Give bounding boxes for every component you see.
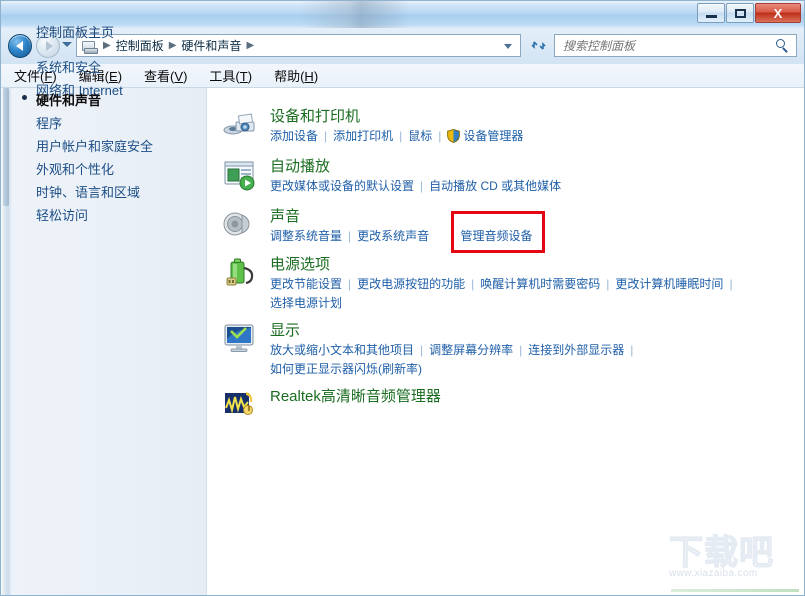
category-title-autoplay[interactable]: 自动播放	[270, 155, 330, 176]
content-area: 设备和打印机 添加设备|添加打印机|鼠标|设备管理器	[208, 88, 805, 596]
scrollbar-thumb[interactable]	[3, 88, 9, 206]
breadcrumb-hardware-and-sound[interactable]: 硬件和声音	[179, 37, 243, 54]
breadcrumb-control-panel[interactable]: 控制面板	[114, 37, 166, 54]
sidebar-item-system-and-security[interactable]: 系统和安全	[36, 57, 101, 76]
recent-locations-icon[interactable]	[62, 42, 72, 47]
link-require-password-on-wakeup[interactable]: 唤醒计算机时需要密码	[480, 277, 600, 291]
link-adjust-screen-resolution[interactable]: 调整屏幕分辨率	[429, 343, 513, 357]
breadcrumb-separator-2[interactable]: ▶	[243, 40, 257, 51]
link-add-device[interactable]: 添加设备	[270, 129, 318, 143]
monitor-icon[interactable]	[222, 320, 258, 356]
highlight-box-manage-audio-devices	[451, 211, 545, 253]
back-arrow-icon	[16, 41, 23, 51]
forward-arrow-icon	[46, 41, 53, 51]
watermark-text: 下载吧	[669, 534, 799, 572]
maximize-icon	[735, 9, 746, 18]
sidebar-item-programs[interactable]: 程序	[36, 113, 62, 132]
search-input[interactable]	[555, 38, 772, 54]
printer-camera-icon[interactable]	[222, 106, 258, 142]
title-bar: X	[0, 0, 805, 28]
link-add-printer[interactable]: 添加打印机	[333, 129, 393, 143]
link-play-cd-or-other-media[interactable]: 自动播放 CD 或其他媒体	[429, 179, 561, 193]
link-device-manager[interactable]: 设备管理器	[463, 129, 523, 143]
link-connect-external-display[interactable]: 连接到外部显示器	[528, 343, 624, 357]
link-make-text-larger[interactable]: 放大或缩小文本和其他项目	[270, 343, 414, 357]
active-item-bullet-icon	[22, 95, 27, 100]
minimize-icon	[706, 15, 717, 18]
watermark-bar	[671, 589, 799, 592]
sidebar-item-appearance[interactable]: 外观和个性化	[36, 159, 114, 178]
control-panel-window: X ▶ 控制面板 ▶ 硬件和声音 ▶	[0, 0, 805, 596]
minimize-button[interactable]	[697, 3, 725, 23]
link-change-default-media-settings[interactable]: 更改媒体或设备的默认设置	[270, 179, 414, 193]
search-box[interactable]	[554, 34, 797, 57]
sidebar-item-hardware-and-sound[interactable]: 硬件和声音	[36, 90, 101, 109]
category-title-realtek[interactable]: Realtek高清晰音频管理器	[270, 385, 441, 406]
address-bar[interactable]: ▶ 控制面板 ▶ 硬件和声音 ▶	[76, 34, 521, 57]
link-mouse[interactable]: 鼠标	[408, 129, 432, 143]
back-button[interactable]	[8, 34, 32, 58]
search-icon[interactable]	[772, 36, 792, 56]
realtek-audio-icon[interactable]	[222, 386, 258, 422]
sidebar-item-ease-of-access[interactable]: 轻松访问	[36, 205, 88, 224]
address-bar-row: ▶ 控制面板 ▶ 硬件和声音 ▶	[0, 28, 805, 64]
link-change-power-saving-settings[interactable]: 更改节能设置	[270, 277, 342, 291]
category-links-display: 放大或缩小文本和其他项目|调整屏幕分辨率|连接到外部显示器|如何更正显示器闪烁(…	[270, 341, 805, 379]
link-choose-power-plan[interactable]: 选择电源计划	[270, 296, 342, 310]
menu-view[interactable]: 查看(V)	[144, 66, 187, 85]
breadcrumb-separator-1[interactable]: ▶	[166, 40, 180, 51]
breadcrumb-separator-0: ▶	[100, 40, 114, 51]
sidebar-item-user-accounts[interactable]: 用户帐户和家庭安全	[36, 136, 153, 155]
close-icon: X	[774, 6, 783, 21]
category-links-power-options: 更改节能设置|更改电源按钮的功能|唤醒计算机时需要密码|更改计算机睡眠时间|选择…	[270, 275, 805, 313]
link-change-system-sounds[interactable]: 更改系统声音	[357, 229, 429, 243]
menu-tools[interactable]: 工具(T)	[209, 66, 252, 85]
maximize-button[interactable]	[726, 3, 754, 23]
watermark: 下载吧 www.xiazaiba.com	[669, 534, 799, 588]
category-title-sound[interactable]: 声音	[270, 205, 300, 226]
sidebar-item-control-panel-home[interactable]: 控制面板主页	[36, 22, 114, 41]
window-controls: X	[696, 3, 801, 23]
category-title-power-options[interactable]: 电源选项	[270, 253, 330, 274]
category-links-devices-and-printers: 添加设备|添加打印机|鼠标|设备管理器	[270, 127, 805, 146]
link-fix-flicker[interactable]: 如何更正显示器闪烁(刷新率)	[270, 362, 422, 376]
autoplay-icon[interactable]	[222, 156, 258, 192]
sidebar-item-clock-language-region[interactable]: 时钟、语言和区域	[36, 182, 140, 201]
link-change-power-button-behavior[interactable]: 更改电源按钮的功能	[357, 277, 465, 291]
speaker-icon[interactable]	[222, 206, 258, 242]
refresh-button[interactable]	[527, 35, 549, 56]
category-title-devices-and-printers[interactable]: 设备和打印机	[270, 105, 360, 126]
close-button[interactable]: X	[755, 3, 801, 23]
link-adjust-system-volume[interactable]: 调整系统音量	[270, 229, 342, 243]
sidebar-scroll-edge[interactable]	[0, 88, 12, 596]
battery-plug-icon[interactable]	[222, 254, 258, 290]
glass-reflection	[300, 1, 410, 29]
category-links-autoplay: 更改媒体或设备的默认设置|自动播放 CD 或其他媒体	[270, 177, 805, 196]
watermark-url: www.xiazaiba.com	[669, 568, 799, 579]
menu-help[interactable]: 帮助(H)	[274, 66, 318, 85]
category-title-display[interactable]: 显示	[270, 319, 300, 340]
uac-shield-icon	[447, 129, 460, 143]
link-change-sleep-time[interactable]: 更改计算机睡眠时间	[615, 277, 723, 291]
address-dropdown-icon[interactable]	[504, 44, 512, 49]
refresh-icon	[531, 38, 546, 53]
